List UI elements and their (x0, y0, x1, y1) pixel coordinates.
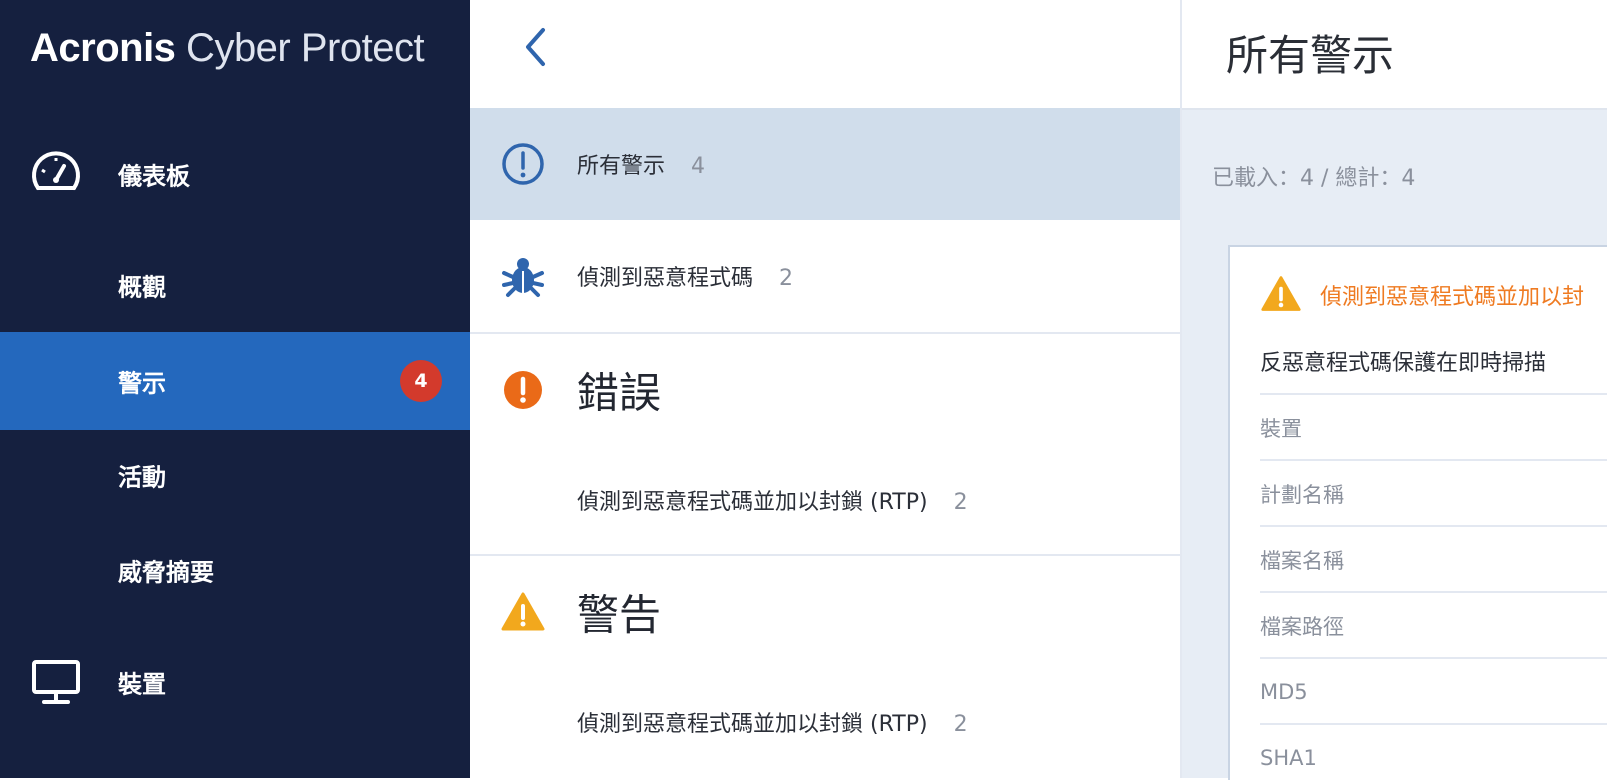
sidebar-item-alerts[interactable]: 警示 4 (0, 332, 470, 430)
error-circle-icon (504, 371, 542, 409)
sidebar-item-dashboard[interactable]: 儀表板 (0, 125, 470, 223)
field-row: 計劃名稱 (1260, 459, 1607, 527)
back-chevron-icon[interactable] (516, 22, 556, 72)
field-label: MD5 (1260, 680, 1308, 704)
sidebar-item-label: 概觀 (118, 273, 166, 302)
category-label: 所有警示 (577, 154, 666, 179)
category-label: 偵測到惡意程式碼並加以封鎖 (RTP) (577, 712, 928, 737)
field-label: SHA1 (1260, 746, 1317, 770)
sidebar-item-overview[interactable]: 概觀 (0, 236, 470, 334)
sidebar: Acronis Cyber Protect 儀表板 概觀 警示 4 活動 威脅摘… (0, 0, 470, 778)
field-label: 計劃名稱 (1260, 483, 1344, 507)
warning-triangle-icon (501, 592, 545, 631)
warning-triangle-icon (1261, 276, 1301, 311)
field-row: MD5 (1260, 657, 1607, 725)
alert-categories-panel: 所有警示 4 偵測到惡意程式碼 2 錯誤 偵測到惡意程式碼並加以封鎖 (RTP) 2 (470, 0, 1182, 778)
loaded-count: 已載入：4 / 總計：4 (1212, 166, 1416, 191)
sidebar-item-label: 裝置 (118, 670, 166, 699)
alert-card[interactable]: 偵測到惡意程式碼並加以封 反惡意程式碼保護在即時掃描 裝置 計劃名稱 檔案名稱 … (1228, 245, 1607, 780)
sidebar-item-devices[interactable]: 裝置 (0, 633, 470, 731)
field-label: 檔案名稱 (1260, 549, 1344, 573)
exclamation-circle-icon (502, 143, 544, 185)
panel-header: 所有警示 (1182, 0, 1607, 110)
category-count: 4 (691, 154, 706, 179)
sidebar-item-label: 警示 (118, 369, 166, 398)
field-row: 裝置 (1260, 393, 1607, 461)
alerts-count-badge: 4 (400, 360, 442, 402)
category-count: 2 (779, 266, 794, 291)
category-count: 2 (953, 712, 968, 737)
sidebar-item-label: 儀表板 (118, 162, 190, 191)
brand-logo: Acronis Cyber Protect (30, 26, 425, 71)
category-all-alerts[interactable]: 所有警示 4 (470, 108, 1180, 220)
field-label: 裝置 (1260, 417, 1302, 441)
field-row: SHA1 (1260, 723, 1607, 780)
bug-icon (502, 258, 544, 297)
brand-name-bold: Acronis (30, 26, 176, 70)
category-warning-malware-blocked[interactable]: 偵測到惡意程式碼並加以封鎖 (RTP) 2 (470, 668, 1180, 776)
section-title: 警告 (577, 590, 662, 640)
alert-title: 偵測到惡意程式碼並加以封 (1320, 285, 1585, 310)
sidebar-item-activities[interactable]: 活動 (0, 426, 470, 524)
sidebar-item-threat-summary[interactable]: 威脅摘要 (0, 521, 470, 619)
page-title: 所有警示 (1226, 31, 1395, 80)
section-title: 錯誤 (577, 368, 662, 418)
sidebar-item-label: 威脅摘要 (118, 558, 214, 587)
field-row: 檔案路徑 (1260, 591, 1607, 659)
field-row: 檔案名稱 (1260, 525, 1607, 593)
section-errors-header: 錯誤 (470, 334, 1180, 446)
category-error-malware-blocked[interactable]: 偵測到惡意程式碼並加以封鎖 (RTP) 2 (470, 446, 1180, 554)
field-label: 檔案路徑 (1260, 615, 1344, 639)
alert-description: 反惡意程式碼保護在即時掃描 (1260, 351, 1547, 376)
category-count: 2 (953, 490, 968, 515)
category-label: 偵測到惡意程式碼 (577, 266, 754, 291)
brand-name-light: Cyber Protect (175, 26, 425, 70)
category-label: 偵測到惡意程式碼並加以封鎖 (RTP) (577, 490, 928, 515)
dashboard-gauge-icon (32, 151, 80, 190)
category-malware-detected[interactable]: 偵測到惡意程式碼 2 (470, 220, 1180, 332)
sidebar-item-label: 活動 (118, 463, 166, 492)
monitor-icon (32, 660, 80, 704)
alerts-detail-panel: 所有警示 已載入：4 / 總計：4 偵測到惡意程式碼並加以封 反惡意程式碼保護在… (1182, 0, 1607, 780)
section-warnings-header: 警告 (470, 556, 1180, 668)
